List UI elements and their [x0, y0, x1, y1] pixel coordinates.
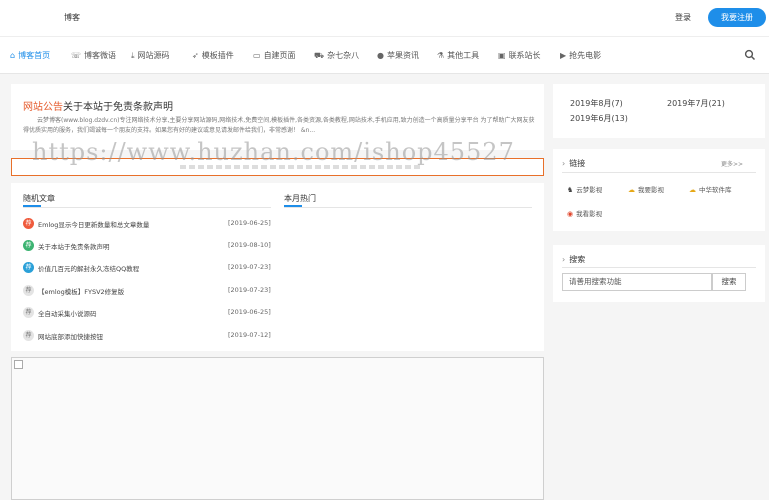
list-item[interactable]: 荐 全自动采集小说源码 [2019-06-25]: [23, 307, 271, 321]
article-date: [2019-08-10]: [228, 241, 271, 249]
nav-item-label: 联系站长: [508, 51, 541, 60]
search-title-text: 搜索: [569, 255, 586, 264]
nav-item-templates[interactable]: ➶ 模板插件: [192, 50, 234, 61]
nav-item-weiyu[interactable]: ☏ 博客微语: [71, 50, 116, 61]
send-icon: ➶: [192, 51, 199, 60]
folder-icon: ▭: [253, 51, 261, 60]
image-placeholder: [11, 357, 544, 500]
id-card-icon: ▣: [498, 51, 506, 60]
archive-panel: [553, 84, 765, 138]
nav-item-misc[interactable]: ⛟ 杂七杂八: [314, 50, 359, 61]
main-nav: ⌂ 博客首页 ☏ 博客微语 ⤓ 网站源码 ➶ 模板插件 ▭ 自建页面 ⛟ 杂七杂八 ● 苹果资…: [0, 36, 769, 74]
nav-item-apple[interactable]: ● 苹果资讯: [377, 50, 419, 61]
links-divider: [562, 172, 756, 173]
friend-link-label: 我看影视: [576, 210, 603, 218]
register-button[interactable]: 我要注册: [708, 8, 766, 27]
random-articles-divider: [23, 207, 271, 208]
article-title[interactable]: 网站底部添加快捷按钮: [38, 331, 103, 341]
archive-item[interactable]: 2019年8月(7): [570, 98, 623, 109]
nav-item-label: 苹果资讯: [386, 51, 419, 60]
random-articles-title: 随机文章: [23, 194, 55, 203]
article-date: [2019-06-25]: [228, 219, 271, 227]
article-date: [2019-07-12]: [228, 331, 271, 339]
rank-badge: 荐: [23, 218, 34, 229]
archive-item[interactable]: 2019年6月(13): [570, 113, 628, 124]
nav-item-movies[interactable]: ▶ 抢先电影: [560, 50, 601, 61]
nav-item-label: 自建页面: [263, 51, 296, 60]
apple-icon: ●: [377, 51, 384, 60]
article-title[interactable]: 价值几百元的解封永久冻结QQ教程: [38, 263, 139, 273]
download-icon: ⤓: [131, 51, 135, 60]
home-icon: ⌂: [10, 51, 16, 60]
notice-title[interactable]: 网站公告关于本站于免责条款声明: [23, 98, 173, 113]
article-date: [2019-07-23]: [228, 263, 271, 271]
rank-badge: 荐: [23, 330, 34, 341]
links-title: › 链接: [562, 158, 585, 169]
friend-link[interactable]: ◉ 我看影视: [567, 208, 602, 218]
article-title[interactable]: 【emlog模板】FYSV2修复版: [38, 286, 124, 296]
notice-tag: 网站公告: [23, 102, 63, 113]
nav-item-pages[interactable]: ▭ 自建页面: [253, 50, 296, 61]
site-logo[interactable]: 博客: [64, 12, 80, 23]
play-icon: ▶: [560, 51, 567, 60]
nav-item-label: 抢先电影: [569, 51, 602, 60]
nav-item-source[interactable]: ⤓ 网站源码: [131, 50, 170, 61]
chat-icon: ☏: [71, 51, 82, 60]
nav-item-contact[interactable]: ▣ 联系站长: [498, 50, 541, 61]
car-icon: ⛟: [314, 51, 325, 60]
friend-link[interactable]: ☁ 我要影视: [628, 184, 664, 194]
search-button[interactable]: 搜索: [712, 273, 746, 291]
rank-badge: 荐: [23, 285, 34, 296]
article-date: [2019-07-23]: [228, 286, 271, 294]
friend-link-label: 我要影视: [638, 186, 664, 194]
search-title: › 搜索: [562, 254, 585, 265]
cloud-icon: ☁: [628, 186, 635, 194]
article-title[interactable]: 关于本站于免责条款声明: [38, 241, 110, 251]
friend-link[interactable]: ☁ 中华软件库: [689, 184, 732, 194]
watermark: https://www.huzhan.com/ishop45527: [32, 138, 515, 166]
nav-item-label: 其他工具: [447, 51, 480, 60]
rank-badge: 荐: [23, 307, 34, 318]
friend-link[interactable]: ♞ 云梦影视: [567, 184, 602, 194]
friend-link-label: 云梦影视: [576, 186, 603, 194]
search-input[interactable]: 请善用搜索功能: [562, 273, 712, 291]
nav-item-tools[interactable]: ⚗ 其他工具: [437, 50, 479, 61]
search-icon[interactable]: [744, 49, 756, 61]
search-divider: [562, 267, 756, 268]
play-circle-icon: ◉: [567, 210, 574, 218]
chevron-right-icon: ›: [562, 255, 566, 264]
notice-title-text: 关于本站于免责条款声明: [63, 102, 173, 113]
list-item[interactable]: 荐 Emlog显示今日更新数量和总文章数量 [2019-06-25]: [23, 218, 271, 232]
top-bar: 博客 登录 我要注册: [0, 0, 769, 36]
article-title[interactable]: 全自动采集小说源码: [38, 308, 97, 318]
links-title-text: 链接: [569, 159, 586, 168]
friend-link-label: 中华软件库: [699, 186, 732, 194]
list-item[interactable]: 荐 【emlog模板】FYSV2修复版 [2019-07-23]: [23, 285, 271, 299]
hot-month-divider: [284, 207, 532, 208]
cloud-icon: ☁: [689, 186, 696, 194]
list-item[interactable]: 荐 关于本站于免责条款声明 [2019-08-10]: [23, 240, 271, 254]
chevron-right-icon: ›: [562, 159, 566, 168]
nav-item-label: 博客微语: [84, 51, 117, 60]
rank-badge: 荐: [23, 262, 34, 273]
article-title[interactable]: Emlog显示今日更新数量和总文章数量: [38, 219, 149, 229]
archive-item[interactable]: 2019年7月(21): [667, 98, 725, 109]
broken-image-icon: [14, 360, 23, 369]
flask-icon: ⚗: [437, 51, 445, 60]
notice-body: 云梦博客(www.blog.dzdv.cn)专注网络技术分享,主要分享网站源码,…: [23, 117, 535, 134]
article-date: [2019-06-25]: [228, 308, 271, 316]
list-item[interactable]: 荐 价值几百元的解封永久冻结QQ教程 [2019-07-23]: [23, 262, 271, 276]
nav-item-label: 网站源码: [137, 51, 170, 60]
nav-item-label: 模板插件: [201, 51, 234, 60]
more-links-link[interactable]: 更多>>: [721, 159, 743, 168]
list-item[interactable]: 荐 网站底部添加快捷按钮 [2019-07-12]: [23, 330, 271, 344]
nav-item-label: 博客首页: [18, 51, 51, 60]
login-link[interactable]: 登录: [675, 12, 691, 23]
nav-item-home[interactable]: ⌂ 博客首页: [10, 50, 50, 61]
film-icon: ♞: [567, 186, 574, 194]
nav-item-label: 杂七杂八: [327, 51, 360, 60]
hot-month-title: 本月热门: [284, 194, 316, 203]
rank-badge: 荐: [23, 240, 34, 251]
